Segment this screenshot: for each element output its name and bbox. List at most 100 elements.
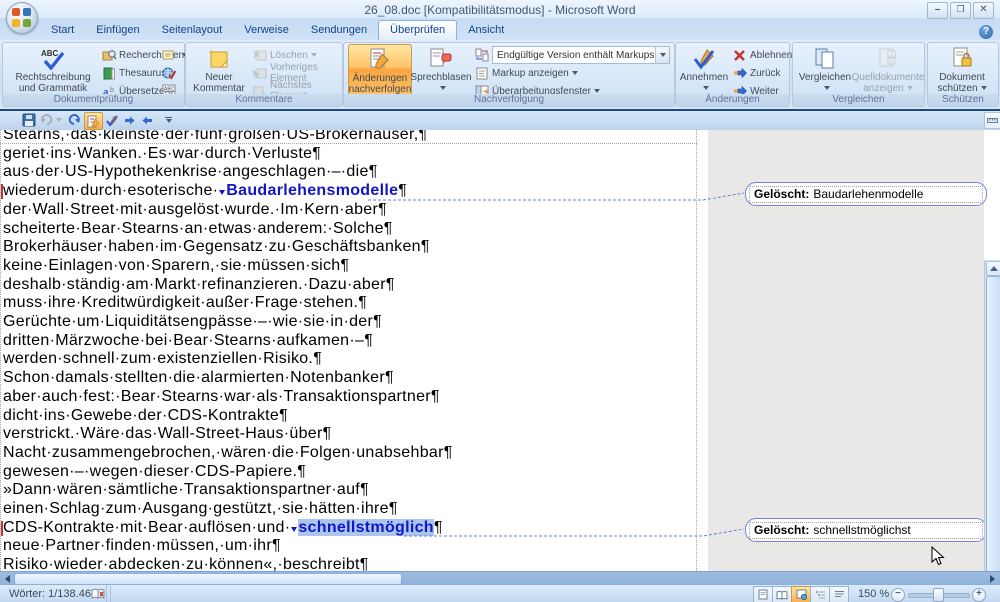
set-language-button[interactable]: [161, 65, 181, 81]
save-button[interactable]: [20, 112, 37, 128]
previous-comment-icon: [252, 66, 267, 80]
group-label: Nachverfolgung: [344, 94, 674, 106]
translation-screentip-button[interactable]: [161, 47, 181, 63]
previous-change-button[interactable]: Zurück: [732, 65, 788, 81]
doc-line: gewesen·–·wegen·dieser·CDS-Papiere.¶: [3, 463, 453, 482]
scroll-up-button[interactable]: [986, 261, 1000, 276]
draft-view-button[interactable]: [829, 586, 849, 602]
doc-line: wiederum·durch·esoterische·Baudarlehensm…: [3, 182, 453, 201]
balloon-label: Gelöscht:: [754, 523, 809, 537]
ruler-icon: [987, 116, 998, 125]
web-layout-view-button[interactable]: [791, 586, 811, 602]
doc-line: aber·auch·fest:·Bear·Stearns·war·als·Tra…: [3, 388, 453, 407]
tab-sendungen[interactable]: Sendungen: [300, 21, 378, 40]
undo-button[interactable]: [40, 112, 62, 128]
previous-comment-button[interactable]: Vorheriges Element: [252, 65, 340, 81]
spelling-grammar-button[interactable]: ABC Rechtschreibung und Grammatik: [7, 45, 99, 95]
web-layout-icon: [796, 589, 807, 600]
ruler-toggle-button[interactable]: [984, 112, 1000, 129]
group-schuetzen: Dokument schützen Schützen: [927, 42, 999, 107]
text-boundary-right: [696, 130, 697, 571]
doc-line: Risiko·wieder·abdecken·zu·können«,·besch…: [3, 556, 453, 571]
tab-verweise[interactable]: Verweise: [233, 21, 300, 40]
compare-button[interactable]: Vergleichen: [796, 45, 854, 95]
doc-line: geriet·ins·Wanken.·Es·war·durch·Verluste…: [3, 145, 453, 164]
vertical-scrollbar[interactable]: [984, 260, 1000, 602]
vertical-scroll-thumb[interactable]: [986, 276, 1000, 602]
document-page[interactable]: Stearns,·das·kleinste·der·fünf·großen·US…: [0, 130, 708, 571]
tab-einfuegen[interactable]: Einfügen: [85, 21, 150, 40]
group-label: Kommentare: [186, 94, 342, 106]
tracked-insertion[interactable]: Baudarlehensmodelle: [226, 182, 398, 199]
track-changes-button[interactable]: Änderungen nachverfolgen: [348, 44, 412, 97]
qat-customize-button[interactable]: [160, 112, 177, 128]
show-source-documents-button[interactable]: 12 Quelldokumente anzeigen: [854, 45, 922, 95]
tab-start[interactable]: Start: [40, 21, 85, 40]
scroll-left-button[interactable]: [1, 573, 14, 584]
research-icon: [101, 48, 116, 62]
redo-icon: [68, 114, 81, 126]
display-for-review-combobox[interactable]: Endgültige Version enthält Markups: [492, 46, 670, 64]
group-label: Änderungen: [676, 94, 789, 106]
doc-line: werden·schnell·zum·existenziellen·Risiko…: [3, 350, 453, 369]
undo-icon: [40, 114, 53, 126]
print-layout-view-button[interactable]: [753, 586, 773, 602]
outline-view-button[interactable]: [810, 586, 830, 602]
doc-line: »Dann·wären·sämtliche·Transaktionspartne…: [3, 481, 453, 500]
delete-comment-button[interactable]: Löschen: [252, 47, 340, 63]
help-icon[interactable]: [979, 25, 993, 39]
balloon-text: Baudarlehenmodelle: [813, 187, 923, 201]
zoom-slider-thumb[interactable]: [933, 588, 944, 602]
show-markup-button[interactable]: Markup anzeigen: [474, 65, 604, 81]
tab-ueberpruefen[interactable]: Überprüfen: [378, 20, 457, 40]
scroll-right-button[interactable]: [986, 573, 999, 584]
print-layout-icon: [758, 589, 768, 600]
research-button[interactable]: Recherchieren: [101, 47, 163, 63]
display-for-review-row: Endgültige Version enthält Markups: [474, 47, 670, 63]
delete-comment-icon: [252, 48, 267, 62]
status-bar: Wörter: 1/138.461 150 % − +: [0, 584, 1000, 602]
qat-back-button[interactable]: [139, 112, 156, 128]
svg-text:ABC: ABC: [41, 49, 59, 58]
doc-line: dritten·Märzwoche·bei·Bear·Stearns·aufka…: [3, 332, 453, 351]
accept-button[interactable]: Annehmen: [678, 45, 730, 95]
minimize-button[interactable]: [927, 2, 948, 19]
deleted-text-balloon[interactable]: Gelöscht: Baudarlehenmodelle: [745, 182, 987, 206]
compare-icon: [813, 47, 837, 71]
deleted-text-balloon[interactable]: Gelöscht: schnellstmöglichst: [745, 518, 987, 542]
accept-icon: [692, 47, 716, 71]
qat-next-button[interactable]: [121, 112, 138, 128]
deletion-anchor-icon: [219, 190, 225, 195]
track-changes-icon: [368, 48, 392, 72]
document-text[interactable]: Stearns,·das·kleinste·der·fünf·großen·US…: [3, 130, 453, 571]
protect-document-button[interactable]: Dokument schützen: [930, 45, 994, 95]
restore-button[interactable]: [950, 2, 971, 19]
qat-accept-button[interactable]: [103, 112, 120, 128]
tab-ansicht[interactable]: Ansicht: [457, 21, 515, 40]
balloons-button[interactable]: Sprechblasen: [412, 45, 470, 95]
qat-track-changes-button[interactable]: [84, 112, 103, 130]
doc-line: Gerüchte·um·Liquiditätsengpässe·–·wie·si…: [3, 313, 453, 332]
proofing-status-icon: [91, 588, 105, 600]
fullscreen-reading-icon: [776, 590, 788, 600]
combobox-dropdown[interactable]: [655, 47, 669, 63]
zoom-level[interactable]: 150 %: [858, 585, 889, 602]
doc-line: der·Wall·Street·mit·ausgelöst·wurde.·Im·…: [3, 201, 453, 220]
redo-button[interactable]: [66, 112, 83, 128]
group-label: Dokumentprüfung: [3, 94, 184, 106]
tab-seitenlayout[interactable]: Seitenlayout: [151, 21, 234, 40]
tracked-insertion[interactable]: schnellstmöglich: [298, 519, 434, 536]
change-bar: [1, 184, 3, 199]
new-comment-button[interactable]: Neuer Kommentar: [189, 45, 249, 95]
group-kommentare: Neuer Kommentar Löschen Vorheriges Eleme…: [185, 42, 343, 107]
fullscreen-reading-view-button[interactable]: [772, 586, 792, 602]
group-vergleichen: Vergleichen 12 Quelldokumente anzeigen V…: [792, 42, 925, 107]
zoom-out-button[interactable]: −: [891, 588, 905, 602]
thesaurus-button[interactable]: Thesaurus: [101, 65, 163, 81]
reject-button[interactable]: Ablehnen: [732, 47, 788, 63]
balloon-label: Gelöscht:: [754, 187, 809, 201]
horizontal-scrollbar[interactable]: [0, 571, 1000, 585]
zoom-in-button[interactable]: +: [972, 588, 986, 602]
close-button[interactable]: [973, 2, 994, 19]
proofing-status-button[interactable]: [86, 586, 111, 602]
